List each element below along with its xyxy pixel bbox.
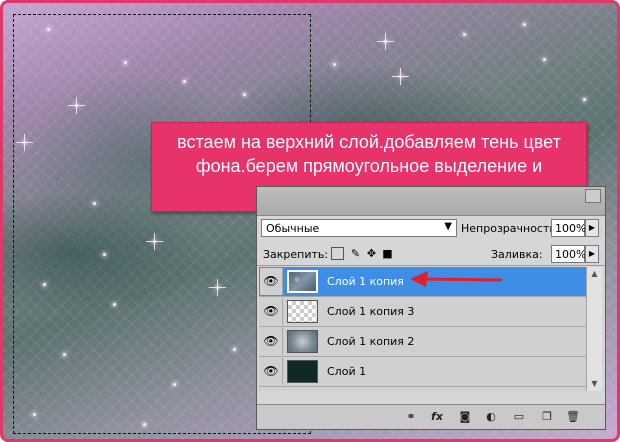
note-line: встаем на верхний слой.добавляем тень цв… — [177, 132, 561, 152]
sparkle — [209, 279, 226, 296]
scroll-down-icon[interactable]: ▼ — [587, 377, 602, 391]
sparkle — [243, 93, 246, 96]
opacity-label: Непрозрачность: — [461, 222, 560, 235]
note-line: фона.берем прямоугольное выделение и — [195, 156, 543, 176]
red-arrow-pointer — [410, 271, 503, 287]
layer-thumbnail — [287, 360, 318, 383]
scroll-up-icon[interactable]: ▲ — [587, 267, 602, 281]
sparkle — [377, 33, 394, 50]
sparkle — [93, 202, 96, 205]
divider — [257, 265, 605, 266]
opacity-slider-toggle[interactable]: ▶ — [585, 219, 599, 237]
sparkle — [583, 98, 586, 101]
sparkle — [143, 423, 146, 426]
layer-row[interactable]: 👁 Слой 1 копия 3 — [259, 297, 587, 327]
eye-icon[interactable]: 👁 — [260, 268, 283, 295]
link-icon[interactable]: ⚭ — [403, 410, 419, 424]
eye-icon[interactable]: 👁 — [260, 298, 283, 325]
layer-name: Слой 1 копия — [327, 275, 404, 288]
adjustment-icon[interactable]: ◐ — [483, 410, 499, 424]
sparkle — [68, 97, 85, 114]
sparkle — [103, 253, 106, 256]
layer-thumbnail — [287, 330, 318, 353]
layer-name: Слой 1 копия 2 — [327, 335, 415, 348]
layer-row[interactable]: 👁 Слой 1 копия 2 — [259, 327, 587, 357]
sparkle — [333, 63, 336, 66]
fill-input[interactable]: 100% — [551, 245, 586, 263]
sparkle — [543, 58, 546, 61]
fill-slider-toggle[interactable]: ▶ — [585, 245, 599, 263]
sparkle — [113, 303, 116, 306]
lock-all-icon[interactable]: ■ — [381, 247, 394, 260]
chevron-down-icon: ▼ — [444, 221, 452, 232]
panel-menu-button[interactable] — [585, 189, 601, 203]
layer-thumbnail — [287, 300, 318, 323]
sparkle — [47, 28, 50, 31]
sparkle — [523, 23, 526, 26]
sparkle — [33, 413, 36, 416]
sparkle — [173, 383, 176, 386]
sparkle — [233, 348, 236, 351]
blend-mode-select[interactable]: Обычные ▼ — [261, 219, 457, 237]
panel-header — [257, 187, 605, 216]
layers-scrollbar[interactable]: ▲ ▼ — [586, 267, 602, 391]
sparkle — [63, 353, 66, 356]
sparkle — [43, 283, 46, 286]
eye-icon[interactable]: 👁 — [260, 328, 283, 355]
sparkle — [146, 233, 163, 250]
sparkle — [392, 68, 409, 85]
layer-name: Слой 1 — [327, 365, 367, 378]
layer-thumbnail — [287, 270, 318, 293]
blend-row: Обычные ▼ Непрозрачность: 100% ▶ — [257, 219, 605, 239]
fill-label: Заливка: — [491, 248, 543, 261]
lock-transparency-icon[interactable] — [331, 247, 344, 260]
fx-icon[interactable]: fx — [429, 410, 445, 424]
trash-icon[interactable]: 🗑 — [565, 410, 581, 424]
lock-label: Закрепить: — [263, 248, 329, 261]
opacity-input[interactable]: 100% — [551, 219, 586, 237]
lock-row: Закрепить: ✎ ✥ ■ Заливка: 100% ▶ — [257, 245, 605, 265]
layer-name: Слой 1 копия 3 — [327, 305, 415, 318]
lock-paint-icon[interactable]: ✎ — [349, 247, 362, 260]
sparkle — [124, 61, 127, 64]
layer-row[interactable]: 👁 Слой 1 — [259, 357, 587, 387]
lock-move-icon[interactable]: ✥ — [365, 247, 378, 260]
layers-panel-footer: ⚭ fx ◙ ◐ ▭ ❐ 🗑 — [257, 404, 605, 429]
layers-panel: Обычные ▼ Непрозрачность: 100% ▶ Закрепи… — [256, 186, 606, 430]
mask-icon[interactable]: ◙ — [457, 410, 473, 424]
group-folder-icon[interactable]: ▭ — [511, 410, 527, 424]
eye-icon[interactable]: 👁 — [260, 358, 283, 385]
sparkle — [183, 80, 186, 83]
blend-mode-value: Обычные — [266, 222, 320, 235]
sparkle — [16, 134, 33, 151]
sparkle — [463, 33, 466, 36]
new-layer-icon[interactable]: ❐ — [539, 410, 555, 424]
